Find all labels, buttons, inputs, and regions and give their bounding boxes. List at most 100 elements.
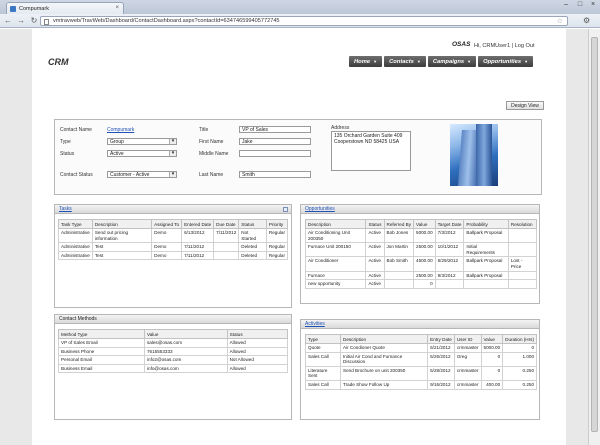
table-cell: Active [365,227,385,244]
table-row[interactable]: Sales Call Trade Show Follow Up 9/16/2012 c… [304,379,537,390]
table-row[interactable]: new opportunity Active 0 [304,279,538,289]
first-name-field[interactable]: Jake [239,138,311,145]
bookmark-star-icon[interactable]: ☆ [557,17,563,25]
nav-campaigns[interactable]: Campaigns ▼ [427,56,477,67]
table-cell: 2500.00 [413,270,436,281]
column-header[interactable]: Probability [463,219,509,229]
table-cell: Air Conditioner [304,256,367,272]
column-header[interactable]: Duration (Hrs) [502,334,537,344]
table-cell: Active [365,270,385,281]
table-cell: 400.00 [480,379,504,390]
separator: | [511,43,514,49]
column-header[interactable]: Method Type [58,329,145,339]
column-header[interactable]: Status [365,219,385,229]
table-cell: Allowed [226,338,289,348]
forward-icon[interactable]: → [16,16,26,26]
title-field[interactable]: VP of Sales [239,126,311,133]
column-header[interactable]: Priority [265,219,289,229]
column-header[interactable]: Referred By [383,219,415,229]
reload-icon[interactable]: ↻ [29,16,39,26]
column-header[interactable]: Entry Date [427,334,455,344]
close-tab-icon[interactable]: × [115,5,119,11]
wrench-icon[interactable]: ⚙ [583,16,594,25]
logout-link[interactable]: Log Out [515,43,535,49]
status-select[interactable]: Active [107,150,177,157]
contact-status-select[interactable]: Customer - Active [107,171,177,178]
table-row[interactable]: VP of Sales Email sales@osas.com Allowed [58,338,289,348]
table-row[interactable]: Furnace Unit 200150 Active Jon Martin 2500.… [304,242,538,258]
column-header[interactable]: Resolution [507,219,538,229]
tasks-panel-header: Tasks [55,205,291,214]
table-header-row: Description Status Referred By Value Target … [304,219,538,229]
status-label: Status [60,151,75,157]
table-row[interactable]: Administrative Send out pricing informati… [58,227,289,244]
column-header[interactable]: Target Date [434,219,465,229]
column-header[interactable]: Status [238,219,267,229]
table-cell: 0 [480,365,504,381]
vertical-scrollbar[interactable] [588,29,600,445]
column-header[interactable]: Assigned To [151,219,183,229]
table-cell: 7/11/2012 [181,242,215,252]
table-row[interactable]: Business Email info@osas.com Allowed [58,363,289,374]
back-icon[interactable]: ← [3,16,13,26]
table-row[interactable]: Air Conditioner Active Bob Smith 4500.00 6/2… [304,256,538,272]
table-cell: Not Started [238,227,267,244]
table-cell: Sales Call [304,351,342,367]
nav-home[interactable]: Home ▼ [349,56,383,67]
contact-name-link[interactable]: Compumark [107,127,134,133]
table-cell: Active [365,279,385,289]
address-bar[interactable]: vmtravweb/TravWeb/Dashboard/ContactDashb… [40,16,568,26]
table-cell: info@osas.com [144,363,228,374]
table-row[interactable]: Business Phone 7615553333 Allowed [58,346,289,357]
design-view-button[interactable]: Design View [506,101,544,110]
column-header[interactable]: Description [91,219,153,229]
nav-contacts[interactable]: Contacts ▼ [384,56,426,67]
scrollbar-thumb[interactable] [591,37,598,432]
table-row[interactable]: Administrative Test Demo 7/11/2012 Deleted Re… [58,242,289,252]
column-header[interactable]: Description [340,334,429,344]
table-row[interactable]: Sales Call Initial Air Cond and Furnance … [304,351,537,367]
table-row[interactable]: Quote Air Condioner Quote 5/21/2012 crmmast… [304,343,537,353]
column-header[interactable]: Description [304,219,367,229]
contact-status-label: Contact Status [60,172,93,178]
favicon-icon [10,5,16,12]
settings-icon[interactable] [283,207,288,212]
tab-title: Compumark [19,5,49,12]
opportunities-title-link[interactable]: Opportunities [305,206,335,212]
table-row[interactable]: Air Conditioning Unit 200350 Active Bob Jo… [304,227,538,244]
column-header[interactable]: Value [144,329,228,339]
table-cell: 9/16/2012 [427,379,455,390]
table-cell: Demo [151,242,183,252]
table-cell: Trade Show Follow Up [340,379,429,390]
column-header[interactable]: Type [304,334,342,344]
contact-name-label: Contact Name [60,127,92,133]
table-cell: Regular [265,250,289,261]
column-header[interactable]: Value [480,334,504,344]
last-name-field[interactable]: Smith [239,171,311,178]
table-cell: 0 [502,343,537,353]
maximize-icon[interactable]: □ [574,1,586,9]
table-row[interactable]: Literature Sent Send Brochure on unit 200… [304,365,537,381]
column-header[interactable]: Value [413,219,436,229]
table-row[interactable]: Personal Email info2@osas.com Not Allowed [58,355,289,365]
table-cell: 5000.00 [480,343,504,353]
column-header[interactable]: Task Type [58,219,93,229]
table-cell: 5/21/2012 [427,343,455,353]
minimize-icon[interactable]: – [560,1,572,9]
activities-title-link[interactable]: Activities [305,321,325,327]
middle-name-field[interactable] [239,150,311,157]
column-header[interactable]: Status [226,329,289,339]
type-select[interactable]: Group [107,138,177,145]
close-window-icon[interactable]: × [587,1,599,9]
table-row[interactable]: Furnace Active 2500.00 9/3/2012 Ballpark Pro… [304,270,538,281]
column-header[interactable]: User ID [453,334,482,344]
column-header[interactable]: Due Date [213,219,240,229]
column-header[interactable]: Entered Date [181,219,215,229]
tasks-title-link[interactable]: Tasks [59,206,72,212]
browser-tab[interactable]: Compumark × [6,2,124,14]
table-cell: Demo [151,227,183,244]
table-cell: Ballpark Proposal [463,256,509,272]
nav-opportunities[interactable]: Opportunities ▼ [478,56,534,67]
address-field[interactable]: 135 Orchard Garden Suite 409 Cooperstown… [331,131,411,171]
table-row[interactable]: Administrative Test Demo 7/11/2012 Deleted Re… [58,250,289,261]
